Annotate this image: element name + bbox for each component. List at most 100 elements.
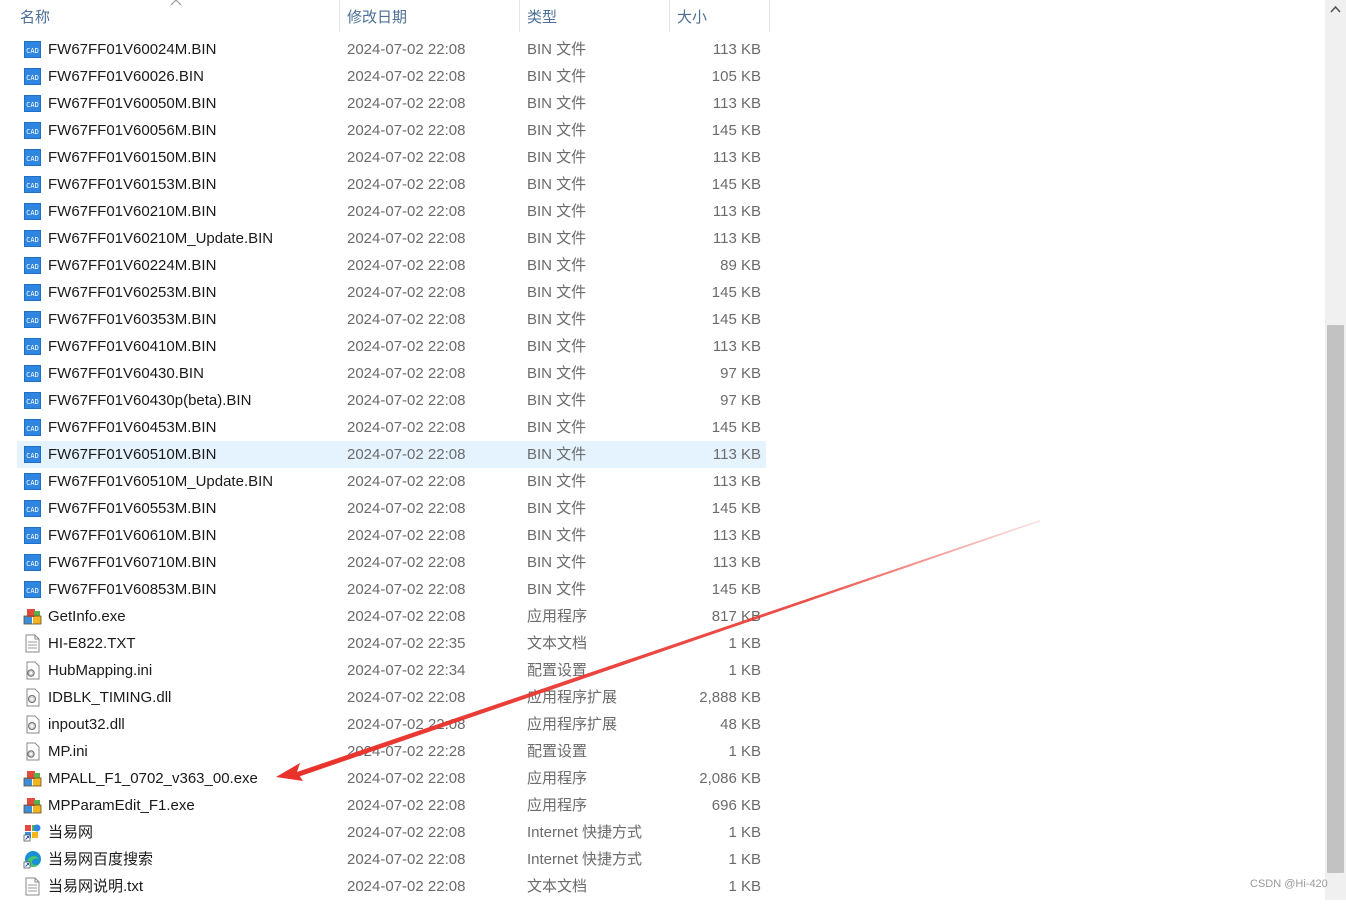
scroll-up-arrow-icon[interactable] — [1330, 4, 1341, 14]
file-name: FW67FF01V60050M.BIN — [48, 95, 217, 112]
file-type: BIN 文件 — [527, 446, 587, 463]
file-row[interactable]: CAD FW67FF01V60210M.BIN 2024-07-02 22:08 BI… — [17, 198, 766, 225]
file-size: 145 KB — [711, 581, 761, 598]
svg-text:CAD: CAD — [26, 209, 39, 217]
file-row[interactable]: 当易网说明.txt 2024-07-02 22:08 文本文档 1 KB — [17, 873, 766, 900]
file-date: 2024-07-02 22:08 — [347, 41, 466, 58]
file-row[interactable]: 当易网 2024-07-02 22:08 Internet 快捷方式 1 KB — [17, 819, 766, 846]
column-divider[interactable] — [769, 0, 770, 32]
svg-text:CAD: CAD — [26, 371, 39, 379]
file-row[interactable]: CAD FW67FF01V60150M.BIN 2024-07-02 22:08 BI… — [17, 144, 766, 171]
file-row[interactable]: CAD FW67FF01V60853M.BIN 2024-07-02 22:08 BI… — [17, 576, 766, 603]
column-header-name[interactable]: 名称 — [20, 0, 50, 32]
file-size: 817 KB — [711, 608, 761, 625]
file-type: BIN 文件 — [527, 68, 587, 85]
file-row[interactable]: CAD FW67FF01V60430p(beta).BIN 2024-07-02 2… — [17, 387, 766, 414]
file-row[interactable]: IDBLK_TIMING.dll 2024-07-02 22:08 应用程序扩展 2,… — [17, 684, 766, 711]
file-size: 113 KB — [712, 338, 761, 355]
file-type: 应用程序 — [527, 608, 588, 625]
file-type: BIN 文件 — [527, 230, 587, 247]
file-name: GetInfo.exe — [48, 608, 126, 625]
file-row[interactable]: CAD FW67FF01V60453M.BIN 2024-07-02 22:08 BI… — [17, 414, 766, 441]
file-date: 2024-07-02 22:08 — [347, 392, 466, 409]
column-header-date[interactable]: 修改日期 — [347, 0, 407, 32]
scrollbar-thumb[interactable] — [1327, 325, 1344, 873]
file-row[interactable]: CAD FW67FF01V60253M.BIN 2024-07-02 22:08 BI… — [17, 279, 766, 306]
file-name: FW67FF01V60410M.BIN — [48, 338, 217, 355]
file-type: BIN 文件 — [527, 365, 587, 382]
file-row[interactable]: MPALL_F1_0702_v363_00.exe 2024-07-02 22:0… — [17, 765, 766, 792]
file-size: 2,888 KB — [699, 689, 761, 706]
file-row[interactable]: CAD FW67FF01V60050M.BIN 2024-07-02 22:08 BI… — [17, 90, 766, 117]
file-type: BIN 文件 — [527, 203, 587, 220]
file-size: 97 KB — [720, 392, 761, 409]
file-row[interactable]: MP.ini 2024-07-02 22:28 配置设置 1 KB — [17, 738, 766, 765]
file-name: FW67FF01V60453M.BIN — [48, 419, 217, 436]
svg-text:CAD: CAD — [26, 101, 39, 109]
file-date: 2024-07-02 22:08 — [347, 149, 466, 166]
svg-text:CAD: CAD — [26, 506, 39, 514]
file-row[interactable]: CAD FW67FF01V60056M.BIN 2024-07-02 22:08 BI… — [17, 117, 766, 144]
file-type: Internet 快捷方式 — [527, 824, 643, 841]
file-row[interactable]: CAD FW67FF01V60026.BIN 2024-07-02 22:08 BIN… — [17, 63, 766, 90]
file-row[interactable]: HI-E822.TXT 2024-07-02 22:35 文本文档 1 KB — [17, 630, 766, 657]
file-row[interactable]: CAD FW67FF01V60353M.BIN 2024-07-02 22:08 BI… — [17, 306, 766, 333]
file-name: FW67FF01V60253M.BIN — [48, 284, 217, 301]
vertical-scrollbar[interactable] — [1325, 0, 1346, 900]
file-row[interactable]: CAD FW67FF01V60510M.BIN 2024-07-02 22:08 BI… — [17, 441, 766, 468]
file-row[interactable]: CAD FW67FF01V60610M.BIN 2024-07-02 22:08 BI… — [17, 522, 766, 549]
column-header-size[interactable]: 大小 — [677, 0, 707, 32]
file-type: BIN 文件 — [527, 41, 587, 58]
file-row[interactable]: GetInfo.exe 2024-07-02 22:08 应用程序 817 KB — [17, 603, 766, 630]
file-row[interactable]: CAD FW67FF01V60510M_Update.BIN 2024-07-02 … — [17, 468, 766, 495]
cad-file-icon: CAD — [23, 94, 42, 113]
column-divider[interactable] — [669, 0, 670, 32]
file-name: FW67FF01V60056M.BIN — [48, 122, 217, 139]
file-size: 113 KB — [712, 527, 761, 544]
svg-text:CAD: CAD — [26, 74, 39, 82]
cad-file-icon: CAD — [23, 148, 42, 167]
file-row[interactable]: CAD FW67FF01V60024M.BIN 2024-07-02 22:08 BI… — [17, 36, 766, 63]
svg-text:CAD: CAD — [26, 47, 39, 55]
file-date: 2024-07-02 22:08 — [347, 527, 466, 544]
column-header-type[interactable]: 类型 — [527, 0, 557, 32]
file-row[interactable]: CAD FW67FF01V60553M.BIN 2024-07-02 22:08 BI… — [17, 495, 766, 522]
file-row[interactable]: CAD FW67FF01V60430.BIN 2024-07-02 22:08 BIN… — [17, 360, 766, 387]
svg-text:CAD: CAD — [26, 155, 39, 163]
file-row[interactable]: CAD FW67FF01V60210M_Update.BIN 2024-07-02 … — [17, 225, 766, 252]
cad-file-icon: CAD — [23, 364, 42, 383]
file-type: 应用程序 — [527, 797, 588, 814]
file-name: FW67FF01V60026.BIN — [48, 68, 204, 85]
file-date: 2024-07-02 22:08 — [347, 797, 466, 814]
file-size: 1 KB — [728, 662, 761, 679]
column-divider[interactable] — [339, 0, 340, 32]
cad-file-icon: CAD — [23, 229, 42, 248]
file-row[interactable]: CAD FW67FF01V60224M.BIN 2024-07-02 22:08 BI… — [17, 252, 766, 279]
file-date: 2024-07-02 22:08 — [347, 338, 466, 355]
file-size: 97 KB — [720, 365, 761, 382]
file-row[interactable]: CAD FW67FF01V60410M.BIN 2024-07-02 22:08 BI… — [17, 333, 766, 360]
cad-file-icon: CAD — [23, 445, 42, 464]
file-type: 应用程序扩展 — [527, 716, 618, 733]
file-row[interactable]: 当易网百度搜索 2024-07-02 22:08 Internet 快捷方式 1 KB — [17, 846, 766, 873]
file-row[interactable]: CAD FW67FF01V60710M.BIN 2024-07-02 22:08 BI… — [17, 549, 766, 576]
cad-file-icon: CAD — [23, 283, 42, 302]
file-row[interactable]: MPParamEdit_F1.exe 2024-07-02 22:08 应用程序 69… — [17, 792, 766, 819]
file-row[interactable]: CAD FW67FF01V60153M.BIN 2024-07-02 22:08 BI… — [17, 171, 766, 198]
config-settings-icon — [23, 661, 42, 680]
cad-file-icon: CAD — [23, 67, 42, 86]
column-divider[interactable] — [519, 0, 520, 32]
file-type: 配置设置 — [527, 662, 588, 679]
file-row[interactable]: inpout32.dll 2024-07-02 22:08 应用程序扩展 48 KB — [17, 711, 766, 738]
file-size: 113 KB — [712, 95, 761, 112]
file-size: 145 KB — [711, 500, 761, 517]
file-date: 2024-07-02 22:35 — [347, 635, 466, 652]
config-settings-icon — [23, 742, 42, 761]
file-type: BIN 文件 — [527, 284, 587, 301]
file-date: 2024-07-02 22:08 — [347, 284, 466, 301]
file-size: 113 KB — [712, 446, 761, 463]
file-name: FW67FF01V60353M.BIN — [48, 311, 217, 328]
file-row[interactable]: HubMapping.ini 2024-07-02 22:34 配置设置 1 KB — [17, 657, 766, 684]
file-date: 2024-07-02 22:08 — [347, 500, 466, 517]
file-name: FW67FF01V60710M.BIN — [48, 554, 217, 571]
